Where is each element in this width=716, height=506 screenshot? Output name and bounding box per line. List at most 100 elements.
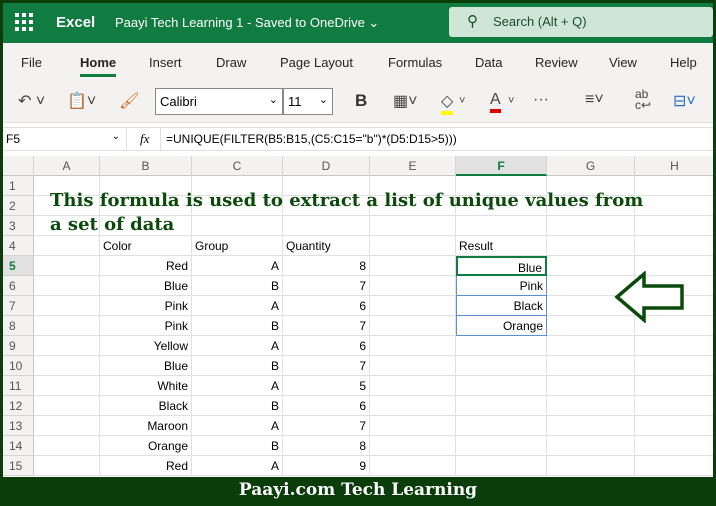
data-cell[interactable]: A xyxy=(192,456,283,476)
header-result[interactable]: Result xyxy=(456,236,547,256)
cell[interactable] xyxy=(547,216,635,236)
cell[interactable] xyxy=(635,376,713,396)
column-header-G[interactable]: G xyxy=(547,156,635,176)
data-cell[interactable]: B xyxy=(192,276,283,296)
row-header-2[interactable]: 2 xyxy=(3,196,34,216)
result-cell[interactable]: Orange xyxy=(456,316,547,336)
tab-file[interactable]: File xyxy=(21,55,42,70)
cell[interactable] xyxy=(547,236,635,256)
name-box[interactable]: F5 ⌄ xyxy=(3,128,127,150)
cell[interactable] xyxy=(34,356,100,376)
result-cell[interactable]: Black xyxy=(456,296,547,316)
merge-icon[interactable]: ⊟˅ xyxy=(673,91,696,111)
row-header-11[interactable]: 11 xyxy=(3,376,34,396)
search-box[interactable]: ⚲ Search (Alt + Q) xyxy=(449,7,713,37)
cell[interactable] xyxy=(370,336,456,356)
bold-button[interactable]: B xyxy=(355,91,367,111)
row-header-9[interactable]: 9 xyxy=(3,336,34,356)
row-header-7[interactable]: 7 xyxy=(3,296,34,316)
font-size-select[interactable]: 11 ⌄ xyxy=(283,88,333,115)
cell[interactable] xyxy=(635,356,713,376)
data-cell[interactable]: Orange xyxy=(100,436,192,456)
app-name[interactable]: Excel xyxy=(56,14,95,31)
data-cell[interactable]: Black xyxy=(100,396,192,416)
row-header-1[interactable]: 1 xyxy=(3,176,34,196)
app-launcher-icon[interactable] xyxy=(15,13,33,31)
column-header-B[interactable]: B xyxy=(100,156,192,176)
data-cell[interactable]: 7 xyxy=(283,356,370,376)
cell[interactable] xyxy=(370,296,456,316)
data-cell[interactable]: 8 xyxy=(283,256,370,276)
tab-review[interactable]: Review xyxy=(535,55,578,70)
borders-icon[interactable]: ▦˅ xyxy=(393,91,417,111)
cell[interactable] xyxy=(34,256,100,276)
tab-help[interactable]: Help xyxy=(670,55,697,70)
cell[interactable] xyxy=(547,376,635,396)
data-cell[interactable]: Maroon xyxy=(100,416,192,436)
cell[interactable] xyxy=(547,336,635,356)
row-header-6[interactable]: 6 xyxy=(3,276,34,296)
cell[interactable] xyxy=(370,396,456,416)
formula-input[interactable]: =UNIQUE(FILTER(B5:B15,(C5:C15="b")*(D5:D… xyxy=(166,132,457,146)
data-cell[interactable]: Blue xyxy=(100,276,192,296)
cell[interactable] xyxy=(370,276,456,296)
cell[interactable] xyxy=(456,456,547,476)
column-header-H[interactable]: H xyxy=(635,156,713,176)
cell[interactable] xyxy=(370,356,456,376)
row-header-13[interactable]: 13 xyxy=(3,416,34,436)
data-cell[interactable]: A xyxy=(192,336,283,356)
cell[interactable] xyxy=(635,336,713,356)
cell[interactable] xyxy=(370,376,456,396)
data-cell[interactable]: Red xyxy=(100,256,192,276)
tab-insert[interactable]: Insert xyxy=(149,55,182,70)
cell[interactable] xyxy=(34,276,100,296)
cell[interactable] xyxy=(34,396,100,416)
undo-icon[interactable]: ↶ ˅ xyxy=(18,91,45,111)
column-header-C[interactable]: C xyxy=(192,156,283,176)
cell[interactable] xyxy=(370,256,456,276)
cell[interactable] xyxy=(34,316,100,336)
data-cell[interactable]: B xyxy=(192,356,283,376)
row-header-15[interactable]: 15 xyxy=(3,456,34,476)
tab-draw[interactable]: Draw xyxy=(216,55,246,70)
chevron-down-icon[interactable]: ˅ xyxy=(508,95,514,107)
data-cell[interactable]: 6 xyxy=(283,296,370,316)
tab-data[interactable]: Data xyxy=(475,55,502,70)
data-cell[interactable]: A xyxy=(192,256,283,276)
cell[interactable] xyxy=(370,316,456,336)
cell[interactable] xyxy=(34,336,100,356)
header-color[interactable]: Color xyxy=(100,236,192,256)
cell[interactable] xyxy=(635,396,713,416)
cell[interactable] xyxy=(635,196,713,216)
data-cell[interactable]: 8 xyxy=(283,436,370,456)
data-cell[interactable]: Blue xyxy=(100,356,192,376)
data-cell[interactable]: 7 xyxy=(283,316,370,336)
more-options-icon[interactable]: ··· xyxy=(533,91,549,109)
cell[interactable] xyxy=(635,176,713,196)
result-cell[interactable]: Pink xyxy=(456,276,547,296)
cell[interactable] xyxy=(370,236,456,256)
cell[interactable] xyxy=(34,436,100,456)
cell[interactable] xyxy=(34,456,100,476)
tab-formulas[interactable]: Formulas xyxy=(388,55,442,70)
row-header-4[interactable]: 4 xyxy=(3,236,34,256)
data-cell[interactable]: 5 xyxy=(283,376,370,396)
font-color-icon[interactable]: A xyxy=(490,91,501,113)
cell[interactable] xyxy=(456,336,547,356)
result-cell[interactable]: Blue xyxy=(456,256,547,276)
cell[interactable] xyxy=(34,296,100,316)
chevron-down-icon[interactable]: ˅ xyxy=(459,95,465,107)
cell[interactable] xyxy=(635,416,713,436)
column-header-D[interactable]: D xyxy=(283,156,370,176)
data-cell[interactable]: 7 xyxy=(283,276,370,296)
cell[interactable] xyxy=(635,436,713,456)
data-cell[interactable]: Pink xyxy=(100,316,192,336)
cell[interactable] xyxy=(547,456,635,476)
cell[interactable] xyxy=(283,216,370,236)
select-all-corner[interactable] xyxy=(3,156,34,176)
cell[interactable] xyxy=(370,416,456,436)
cell[interactable] xyxy=(456,396,547,416)
cell[interactable] xyxy=(370,456,456,476)
column-header-A[interactable]: A xyxy=(34,156,100,176)
row-header-8[interactable]: 8 xyxy=(3,316,34,336)
